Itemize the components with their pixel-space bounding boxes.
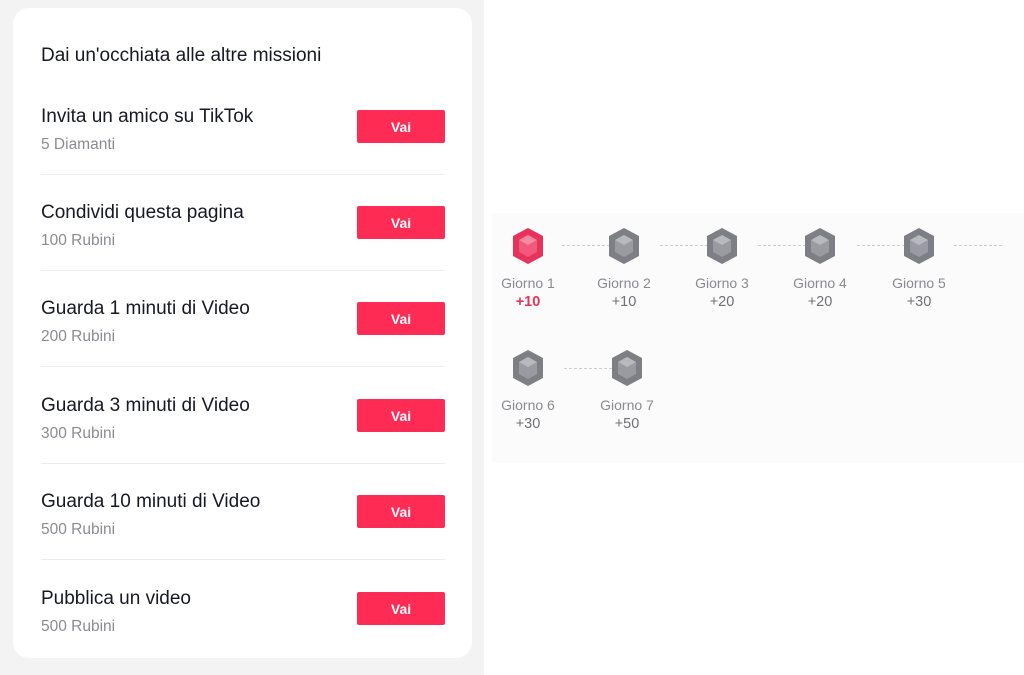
gray-gem-icon <box>904 228 934 264</box>
streak-day-4: Giorno 4 +20 <box>770 226 870 310</box>
streak-day-7: Giorno 7 +50 <box>577 348 677 432</box>
day-points: +10 <box>515 294 541 310</box>
mission-item: Guarda 10 minuti di Video 500 Rubini Vai <box>41 491 445 587</box>
mission-item: Condividi questa pagina 100 Rubini Vai <box>41 202 445 298</box>
divider <box>41 463 445 464</box>
ruby-gem-icon <box>513 228 543 264</box>
gray-gem-icon <box>609 228 639 264</box>
day-label: Giorno 6 <box>501 397 555 413</box>
day-points: +20 <box>709 294 735 310</box>
go-button[interactable]: Vai <box>357 399 445 432</box>
go-button[interactable]: Vai <box>357 592 445 625</box>
mission-reward: 5 Diamanti <box>41 136 116 153</box>
divider <box>41 366 445 367</box>
gray-gem-icon <box>513 350 543 386</box>
mission-item: Guarda 1 minuti di Video 200 Rubini Vai <box>41 298 445 394</box>
gray-gem-icon <box>707 228 737 264</box>
go-button[interactable]: Vai <box>357 110 445 143</box>
day-label: Giorno 1 <box>501 275 555 291</box>
go-button[interactable]: Vai <box>357 206 445 239</box>
streak-day-3: Giorno 3 +20 <box>672 226 772 310</box>
day-label: Giorno 5 <box>892 275 946 291</box>
mission-name: Invita un amico su TikTok <box>41 106 254 127</box>
mission-item: Pubblica un video 500 Rubini Vai <box>41 588 445 675</box>
go-button[interactable]: Vai <box>357 495 445 528</box>
day-label: Giorno 4 <box>793 275 847 291</box>
mission-name: Guarda 1 minuti di Video <box>41 298 250 319</box>
mission-name: Guarda 3 minuti di Video <box>41 395 250 416</box>
day-points: +10 <box>611 294 637 310</box>
missions-title: Dai un'occhiata alle altre missioni <box>41 45 322 66</box>
gray-gem-icon <box>612 350 642 386</box>
mission-reward: 500 Rubini <box>41 521 116 538</box>
mission-item: Guarda 3 minuti di Video 300 Rubini Vai <box>41 395 445 491</box>
day-label: Giorno 2 <box>597 275 651 291</box>
streak-day-5: Giorno 5 +30 <box>869 226 969 310</box>
day-label: Giorno 7 <box>600 397 654 413</box>
divider <box>41 270 445 271</box>
mission-reward: 300 Rubini <box>41 425 116 442</box>
streak-day-6: Giorno 6 +30 <box>478 348 578 432</box>
divider <box>41 174 445 175</box>
day-points: +50 <box>614 416 640 432</box>
go-button[interactable]: Vai <box>357 302 445 335</box>
mission-reward: 100 Rubini <box>41 232 116 249</box>
divider <box>41 559 445 560</box>
missions-card: Dai un'occhiata alle altre missioni Invi… <box>13 8 472 658</box>
streak-panel: Giorno 1 +10 Giorno 2 +10 Giorno 3 +20 G… <box>484 0 1024 675</box>
gray-gem-icon <box>805 228 835 264</box>
day-label: Giorno 3 <box>695 275 749 291</box>
mission-reward: 500 Rubini <box>41 618 116 635</box>
streak-day-1: Giorno 1 +10 <box>478 226 578 310</box>
streak-day-2: Giorno 2 +10 <box>574 226 674 310</box>
mission-reward: 200 Rubini <box>41 328 116 345</box>
day-points: +30 <box>906 294 932 310</box>
day-points: +30 <box>515 416 541 432</box>
mission-name: Condividi questa pagina <box>41 202 244 223</box>
day-points: +20 <box>807 294 833 310</box>
mission-name: Guarda 10 minuti di Video <box>41 491 261 512</box>
mission-item: Invita un amico su TikTok 5 Diamanti Vai <box>41 106 445 202</box>
mission-name: Pubblica un video <box>41 588 191 609</box>
